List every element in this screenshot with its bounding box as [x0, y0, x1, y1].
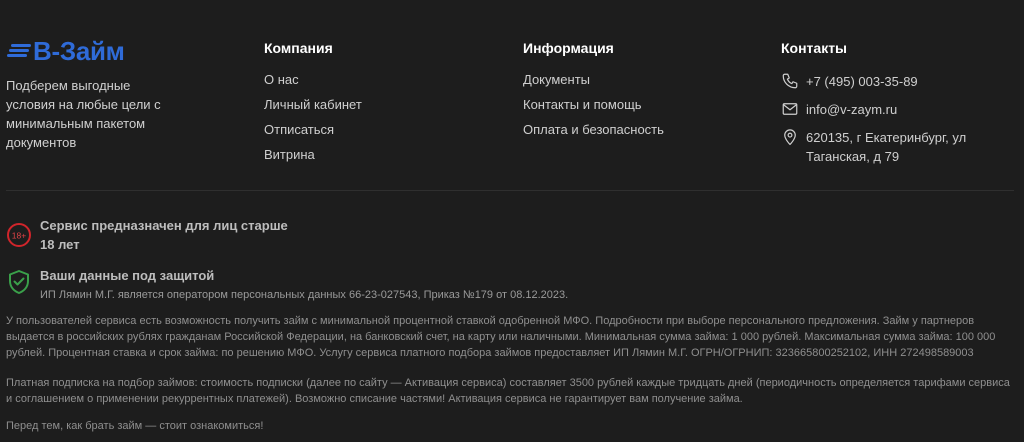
footer-divider	[6, 190, 1014, 191]
link-payment-security[interactable]: Оплата и безопасность	[523, 122, 664, 137]
site-footer: В-Займ Подберем выгодные условия на любы…	[0, 0, 1024, 442]
shield-check-icon	[9, 270, 29, 294]
logo-text: В-Займ	[33, 36, 125, 66]
contacts-column: Контакты +7 (495) 003-35-89 info@v-zaym.…	[781, 40, 1006, 175]
legal-text-terms: У пользователей сервиса есть возможность…	[6, 315, 996, 359]
link-documents[interactable]: Документы	[523, 72, 664, 87]
data-notice-text: ИП Лямин М.Г. является оператором персон…	[40, 289, 569, 301]
phone-icon	[782, 73, 798, 89]
address-text: 620135, г Екатеринбург, ул Таганская, д …	[806, 130, 967, 164]
age-18-icon: 18+	[7, 223, 31, 247]
age-badge-text: 18+	[12, 231, 26, 241]
link-about[interactable]: О нас	[264, 72, 362, 87]
brand-tagline: Подберем выгодные условия на любые цели …	[6, 78, 161, 150]
map-pin-icon	[784, 129, 796, 146]
link-showcase[interactable]: Витрина	[264, 147, 362, 162]
email-address: info@v-zaym.ru	[806, 102, 898, 117]
age-notice-title: Сервис предназначен для лиц старше 18 ле…	[40, 218, 288, 252]
age-notice: 18+ Сервис предназначен для лиц старше 1…	[6, 216, 290, 256]
link-unsubscribe[interactable]: Отписаться	[264, 122, 362, 137]
data-notice-title: Ваши данные под защитой	[40, 268, 215, 283]
phone-number: +7 (495) 003-35-89	[806, 74, 918, 89]
legal-text-warning: Перед тем, как брать займ — стоит ознако…	[6, 420, 264, 432]
mail-icon	[782, 103, 798, 115]
logo[interactable]: В-Займ	[7, 36, 125, 66]
link-account[interactable]: Личный кабинет	[264, 97, 362, 112]
contact-phone[interactable]: +7 (495) 003-35-89	[781, 72, 1006, 91]
info-column: Информация Документы Контакты и помощь О…	[523, 40, 664, 147]
company-column: Компания О нас Личный кабинет Отписаться…	[264, 40, 362, 172]
contact-address: 620135, г Екатеринбург, ул Таганская, д …	[781, 128, 1006, 166]
contact-email[interactable]: info@v-zaym.ru	[781, 100, 1006, 119]
link-contacts-help[interactable]: Контакты и помощь	[523, 97, 664, 112]
contacts-heading: Контакты	[781, 40, 848, 56]
info-heading: Информация	[523, 40, 614, 56]
data-protection-notice: Ваши данные под защитой ИП Лямин М.Г. яв…	[6, 266, 568, 303]
legal-text-subscription: Платная подписка на подбор займов: стоим…	[6, 377, 1010, 405]
logo-lines-icon	[7, 43, 31, 59]
company-heading: Компания	[264, 40, 333, 56]
